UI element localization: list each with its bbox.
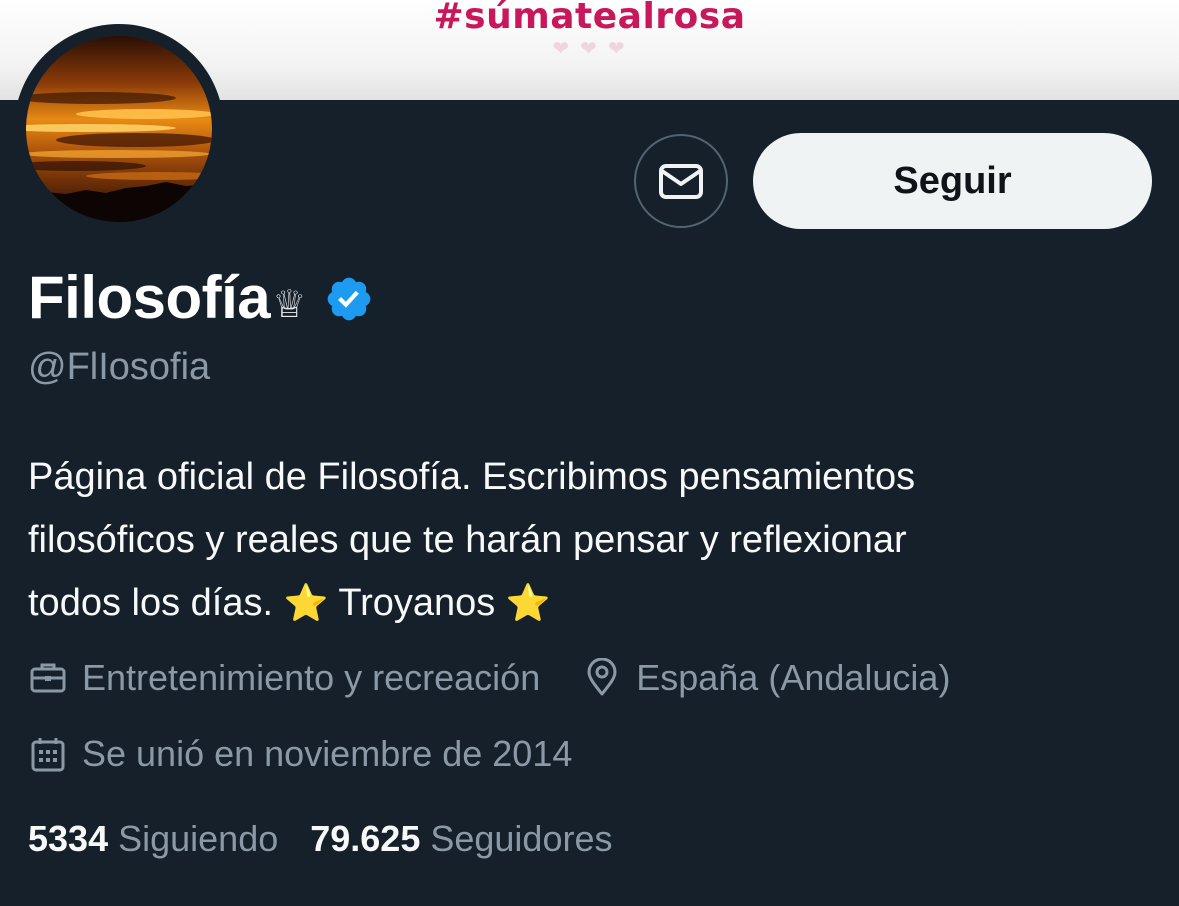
profile-meta-row: Entretenimiento y recreación España (And… <box>28 652 950 704</box>
profile-joined-row: Se unió en noviembre de 2014 <box>28 728 572 780</box>
calendar-icon <box>28 734 68 774</box>
followers-label: Seguidores <box>430 818 613 859</box>
star-emoji: ⭐ <box>283 583 329 624</box>
profile-handle: @FlIosofia <box>28 346 211 388</box>
envelope-icon <box>657 157 705 205</box>
profile-joined: Se unió en noviembre de 2014 <box>28 733 572 775</box>
message-button[interactable] <box>634 134 728 228</box>
bio-line: filosóficos y reales que te harán pensar… <box>28 519 907 561</box>
profile-page: #súmatealrosa ❤ ❤ ❤ Seguir Filosofía ♕ @… <box>0 0 1179 906</box>
location-pin-icon <box>582 658 622 698</box>
crown-emoji: ♕ <box>272 282 307 326</box>
profile-category: Entretenimiento y recreación <box>28 657 540 699</box>
bio-text: todos los días. <box>28 582 274 624</box>
bio-line: todos los días. ⭐ Troyanos ⭐ <box>28 572 1148 635</box>
star-emoji: ⭐ <box>505 583 551 624</box>
name-row: Filosofía ♕ <box>28 262 374 332</box>
display-name: Filosofía <box>28 263 271 331</box>
profile-bio: Página oficial de Filosofía. Escribimos … <box>28 446 1148 635</box>
followers-count: 79.625 <box>310 818 421 859</box>
followers-link[interactable]: 79.625 Seguidores <box>310 818 612 860</box>
avatar[interactable] <box>26 36 212 222</box>
briefcase-icon <box>28 658 68 698</box>
location-label: España (Andalucia) <box>636 657 951 698</box>
bio-line: Página oficial de Filosofía. Escribimos … <box>28 456 916 498</box>
follow-button[interactable]: Seguir <box>753 133 1152 229</box>
category-label: Entretenimiento y recreación <box>82 657 541 698</box>
banner-hashtag: #súmatealrosa <box>433 0 746 37</box>
bio-text: Troyanos <box>338 582 496 624</box>
joined-label: Se unió en noviembre de 2014 <box>82 733 573 774</box>
profile-location: España (Andalucia) <box>582 657 950 699</box>
profile-stats: 5334 Siguiendo 79.625 Seguidores <box>28 812 612 866</box>
following-link[interactable]: 5334 Siguiendo <box>28 818 278 860</box>
following-label: Siguiendo <box>118 818 279 859</box>
verified-badge-icon[interactable] <box>324 274 374 324</box>
following-count: 5334 <box>28 818 109 859</box>
